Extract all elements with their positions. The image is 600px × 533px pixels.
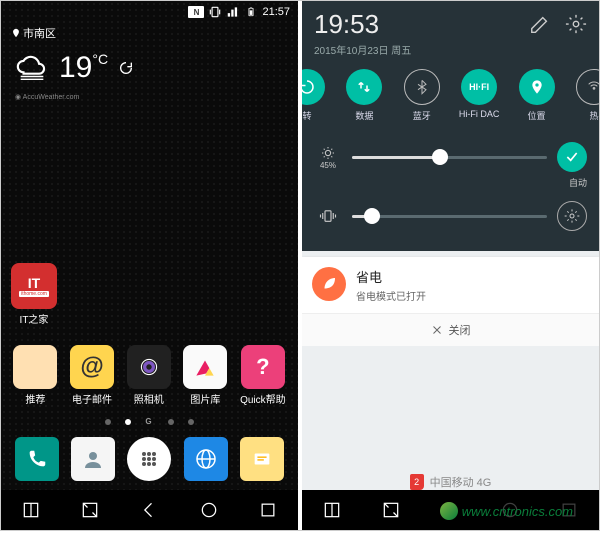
toggle-hotspot[interactable]: 热 xyxy=(571,69,599,122)
toggle-rotate[interactable]: 转 xyxy=(302,69,330,122)
qs-time: 19:53 xyxy=(314,9,411,40)
app-recommend[interactable]: 推荐 xyxy=(13,345,57,406)
app-label: 电子邮件 xyxy=(72,391,112,406)
nav-dual[interactable] xyxy=(319,497,345,523)
nav-back[interactable] xyxy=(136,497,162,523)
toggle-location[interactable]: 位置 xyxy=(514,69,560,122)
auto-label: 自动 xyxy=(569,176,587,189)
data-icon xyxy=(355,78,373,96)
app-label: Quick帮助 xyxy=(240,391,286,406)
edit-icon[interactable] xyxy=(529,13,551,35)
page-indicator[interactable]: G xyxy=(1,417,298,426)
gear-icon xyxy=(564,208,580,224)
toggle-label: 热 xyxy=(589,109,598,122)
cloud-icon xyxy=(15,51,49,85)
location-label[interactable]: 市南区 xyxy=(1,23,298,43)
navbar-left xyxy=(1,490,298,530)
rotate-icon xyxy=(302,78,316,96)
auto-brightness-toggle[interactable] xyxy=(557,142,587,172)
volume-slider[interactable] xyxy=(352,215,547,218)
bluetooth-icon xyxy=(414,79,430,95)
contact-icon xyxy=(81,447,105,471)
signal-icon xyxy=(226,5,240,19)
watermark-logo-icon xyxy=(440,502,458,520)
camera-icon xyxy=(136,354,162,380)
nav-qslide[interactable] xyxy=(77,497,103,523)
qs-date: 2015年10月23日 周五 xyxy=(314,42,411,57)
toggle-hifi[interactable]: HI·FI Hi-Fi DAC xyxy=(456,69,502,122)
app-camera[interactable]: 照相机 xyxy=(127,345,171,406)
globe-icon xyxy=(194,447,218,471)
battery-icon xyxy=(244,5,258,19)
nav-dual[interactable] xyxy=(18,497,44,523)
toggle-label: 蓝牙 xyxy=(413,109,431,122)
dock-contacts[interactable] xyxy=(71,437,115,481)
app-gallery[interactable]: 图片库 xyxy=(183,345,227,406)
vibrate-mode-icon xyxy=(314,202,342,230)
check-icon xyxy=(564,149,580,165)
vibrate-icon xyxy=(208,5,222,19)
app-email[interactable]: @ 电子邮件 xyxy=(70,345,114,406)
weather-widget[interactable]: 19°C xyxy=(1,43,298,93)
app-label: 推荐 xyxy=(25,391,45,406)
location-text: 市南区 xyxy=(23,25,56,41)
status-bar: N 21:57 xyxy=(1,1,298,23)
app-quickhelp[interactable]: ? Quick帮助 xyxy=(240,345,286,406)
settings-icon[interactable] xyxy=(565,13,587,35)
dock-phone[interactable] xyxy=(15,437,59,481)
carrier-label: 2 中国移动 4G xyxy=(302,474,599,490)
dock-messages[interactable] xyxy=(240,437,284,481)
location-icon xyxy=(529,79,545,95)
app-row: 推荐 @ 电子邮件 照相机 图片库 ? Quick帮助 xyxy=(1,345,298,406)
notif-body: 省电模式已打开 xyxy=(356,288,426,303)
toggle-label: 数据 xyxy=(355,109,373,122)
qs-sliders: 45% 自动 xyxy=(302,132,599,251)
dock-browser[interactable] xyxy=(184,437,228,481)
phone-icon xyxy=(26,448,48,470)
app-label: IT之家 xyxy=(20,311,49,326)
nfc-icon: N xyxy=(188,6,204,18)
homescreen-panel: N 21:57 市南区 19°C ◉ AccuWeather.com IT it… xyxy=(1,1,298,530)
notif-title: 省电 xyxy=(356,267,426,286)
nav-qslide[interactable] xyxy=(378,497,404,523)
app-label: 图片库 xyxy=(190,391,220,406)
message-icon xyxy=(251,448,273,470)
toggle-data[interactable]: 数据 xyxy=(341,69,387,122)
refresh-icon[interactable] xyxy=(118,60,134,76)
pin-icon xyxy=(11,28,21,38)
notif-close-button[interactable]: 关闭 xyxy=(302,313,599,346)
nav-home[interactable] xyxy=(196,497,222,523)
brand-text: G xyxy=(145,417,153,426)
watermark: www.cntronics.com xyxy=(440,502,573,520)
sound-settings-button[interactable] xyxy=(557,201,587,231)
sim-icon: 2 xyxy=(410,474,424,490)
toggle-label: Hi-Fi DAC xyxy=(459,109,500,119)
dock xyxy=(1,437,298,481)
toggle-label: 位置 xyxy=(528,109,546,122)
leaf-icon xyxy=(312,267,346,301)
temperature: 19°C xyxy=(59,51,108,85)
notification-battery-saver[interactable]: 省电 省电模式已打开 xyxy=(302,257,599,313)
brightness-icon: 45% xyxy=(314,143,342,171)
close-label: 关闭 xyxy=(449,322,471,338)
app-ithome[interactable]: IT ithome.com IT之家 xyxy=(11,263,57,326)
qs-header: 19:53 2015年10月23日 周五 xyxy=(302,1,599,63)
apps-icon xyxy=(137,447,161,471)
status-time: 21:57 xyxy=(262,6,290,18)
volume-row xyxy=(314,195,587,237)
dock-apps[interactable] xyxy=(127,437,171,481)
toggle-bluetooth[interactable]: 蓝牙 xyxy=(399,69,445,122)
hotspot-icon xyxy=(586,79,599,95)
qs-toggles: 转 数据 蓝牙 HI·FI Hi-Fi DAC 位置 热 xyxy=(302,63,599,132)
gallery-icon xyxy=(192,354,218,380)
app-label: 照相机 xyxy=(134,391,164,406)
nav-recent[interactable] xyxy=(255,497,281,523)
quicksettings-panel: 19:53 2015年10月23日 周五 转 数据 蓝牙 HI·FI xyxy=(302,1,599,530)
ithome-badge: IT xyxy=(28,275,40,291)
toggle-label: 转 xyxy=(302,109,311,122)
close-icon xyxy=(431,324,443,336)
weather-source: ◉ AccuWeather.com xyxy=(1,93,298,101)
brightness-slider[interactable] xyxy=(352,156,547,159)
